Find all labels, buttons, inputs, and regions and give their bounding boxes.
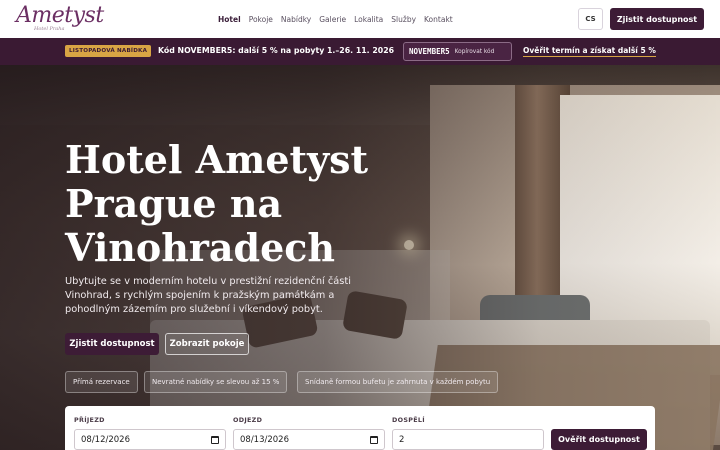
hotel-logo[interactable]: Ametyst Hotel Praha <box>16 3 104 35</box>
copy-code-button[interactable]: Kopírovat kód <box>455 49 495 55</box>
feature-chip: Snídaně formou bufetu je zahrnuta v každ… <box>297 371 499 393</box>
promo-bar: LISTOPADOVÁ NABÍDKA Kód NOVEMBER5: další… <box>0 38 720 65</box>
calendar-icon[interactable] <box>370 435 378 444</box>
nav-item-kontakt[interactable]: Kontakt <box>424 15 453 24</box>
promo-code: NOVEMBER5 <box>409 47 450 56</box>
header-availability-button[interactable]: Zjistit dostupnost <box>610 8 704 30</box>
nav-item-nabidky[interactable]: Nabídky <box>281 15 311 24</box>
hero-description: Ubytujte se v moderním hotelu v prestižn… <box>65 276 351 315</box>
logo-subtext: Hotel Praha <box>34 26 65 32</box>
adults-input[interactable]: 2 <box>392 429 544 450</box>
adults-value: 2 <box>399 434 405 445</box>
departure-label: ODJEZD <box>233 416 263 424</box>
nav-item-pokoje[interactable]: Pokoje <box>249 15 273 24</box>
feature-chip: Přímá rezervace <box>65 371 138 393</box>
nav-item-hotel[interactable]: Hotel <box>218 15 241 24</box>
promo-text: Kód NOVEMBER5: další 5 % na pobyty 1.–26… <box>158 46 395 55</box>
calendar-icon[interactable] <box>211 435 219 444</box>
feature-chip: Nevratné nabídky se slevou až 15 % <box>144 371 288 393</box>
arrival-date-value: 08/12/2026 <box>81 434 130 445</box>
show-rooms-button[interactable]: Zobrazit pokoje <box>165 333 249 355</box>
nav-item-sluzby[interactable]: Služby <box>391 15 416 24</box>
hero-availability-button[interactable]: Zjistit dostupnost <box>65 333 159 355</box>
promo-link[interactable]: Ověřit termín a získat další 5 % <box>523 46 656 57</box>
nav-item-galerie[interactable]: Galerie <box>319 15 346 24</box>
site-header: Ametyst Hotel Praha Hotel Pokoje Nabídky… <box>0 0 720 38</box>
promo-badge: LISTOPADOVÁ NABÍDKA <box>65 45 152 57</box>
departure-date-input[interactable]: 08/13/2026 <box>233 429 385 450</box>
check-availability-button[interactable]: Ověřit dostupnost <box>551 429 647 450</box>
hero-title: Hotel Ametyst Prague na Vinohradech <box>65 137 369 270</box>
arrival-label: PŘÍJEZD <box>74 416 105 424</box>
logo-text: Ametyst <box>16 3 104 28</box>
nav-item-lokalita[interactable]: Lokalita <box>354 15 383 24</box>
booking-panel: PŘÍJEZD 08/12/2026 ODJEZD 08/13/2026 DOS… <box>65 406 655 450</box>
language-switcher[interactable]: CS <box>578 8 603 30</box>
main-nav: Hotel Pokoje Nabídky Galerie Lokalita Sl… <box>218 0 453 38</box>
departure-date-value: 08/13/2026 <box>240 434 289 445</box>
promo-code-box[interactable]: NOVEMBER5 Kopírovat kód <box>403 42 512 61</box>
adults-label: DOSPĚLÍ <box>392 416 425 424</box>
arrival-date-input[interactable]: 08/12/2026 <box>74 429 226 450</box>
